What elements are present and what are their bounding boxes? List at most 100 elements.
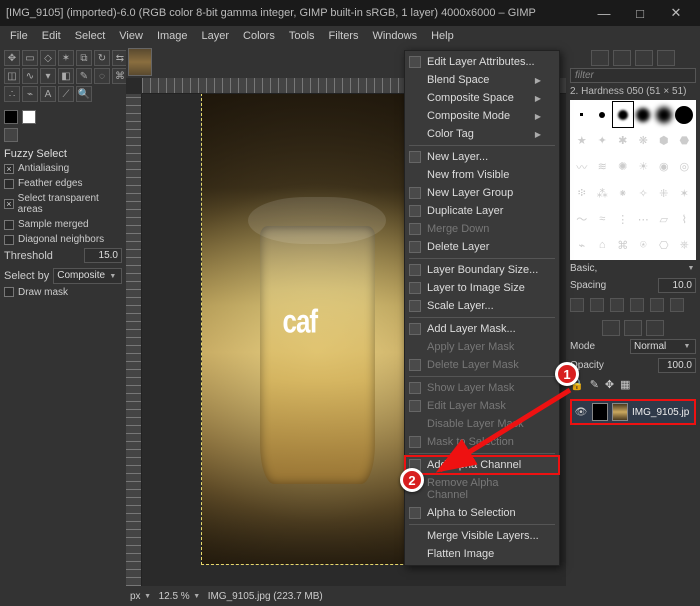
ctx-composite-mode[interactable]: Composite Mode▶ <box>405 107 559 125</box>
lock-pixels-icon[interactable]: ✎ <box>590 378 599 391</box>
zoom-level[interactable]: 12.5 % <box>159 591 190 602</box>
ctx-composite-space[interactable]: Composite Space▶ <box>405 89 559 107</box>
tool-rotate-icon[interactable]: ↻ <box>94 50 110 66</box>
main-menubar: File Edit Select View Image Layer Colors… <box>0 26 700 46</box>
ctx-flatten-image[interactable]: Flatten Image <box>405 545 559 563</box>
unit-label[interactable]: px <box>130 591 141 602</box>
toolbox: ✥ ▭ ◇ ✶ ⧉ ↻ ⇆ ◫ ∿ ▾ ◧ ✎ ◌ ⌘ ∴ ⌁ A ⟋ 🔍 <box>4 50 122 102</box>
threshold-value[interactable]: 15.0 <box>84 248 122 263</box>
layer-dock-tabs <box>570 320 696 336</box>
ctx-duplicate-layer[interactable]: Duplicate Layer <box>405 202 559 220</box>
dock-tab-brushes-icon[interactable] <box>591 50 609 66</box>
bg-color-swatch[interactable] <box>22 110 36 124</box>
tool-pencil-icon[interactable]: ✎ <box>76 68 92 84</box>
brush-dup-icon[interactable] <box>610 298 624 312</box>
menu-tools[interactable]: Tools <box>283 28 321 44</box>
selectby-value[interactable]: Composite ▼ <box>53 268 122 284</box>
dock-tab-history-icon[interactable] <box>657 50 675 66</box>
brush-open-icon[interactable] <box>670 298 684 312</box>
opt-antialias[interactable]: Antialiasing <box>4 162 122 175</box>
image-tab[interactable] <box>128 48 152 76</box>
fg-color-swatch[interactable] <box>4 110 18 124</box>
ctx-new-from-visible[interactable]: New from Visible <box>405 166 559 184</box>
ctx-scale-layer[interactable]: Scale Layer... <box>405 297 559 315</box>
paths-tab-icon[interactable] <box>646 320 664 336</box>
opt-diagonal[interactable]: Diagonal neighbors <box>4 233 122 246</box>
ctx-add-layer-mask[interactable]: Add Layer Mask... <box>405 320 559 338</box>
lock-position-icon[interactable]: ✥ <box>605 378 614 391</box>
tool-move-icon[interactable]: ✥ <box>4 50 20 66</box>
layer-mask-thumb[interactable] <box>592 403 608 421</box>
ctx-new-layer-group[interactable]: New Layer Group <box>405 184 559 202</box>
ctx-delete-layer[interactable]: Delete Layer <box>405 238 559 256</box>
ctx-layer-boundary[interactable]: Layer Boundary Size... <box>405 261 559 279</box>
new-layer-icon <box>409 151 421 163</box>
delete-icon <box>409 241 421 253</box>
layers-tab-icon[interactable] <box>602 320 620 336</box>
menu-colors[interactable]: Colors <box>237 28 281 44</box>
opt-draw-mask[interactable]: Draw mask <box>4 286 122 299</box>
opt-merged-label: Sample merged <box>18 219 89 230</box>
preset-row[interactable]: Basic,▼ <box>570 262 696 275</box>
ctx-blend-space[interactable]: Blend Space▶ <box>405 71 559 89</box>
ctx-edit-layer-attrs[interactable]: Edit Layer Attributes... <box>405 53 559 71</box>
tool-eraser-icon[interactable]: ◌ <box>94 68 110 84</box>
tool-measure-icon[interactable]: ⟋ <box>58 86 74 102</box>
duplicate-icon <box>409 205 421 217</box>
tool-bucket-icon[interactable]: ▾ <box>40 68 56 84</box>
menu-help[interactable]: Help <box>425 28 460 44</box>
lock-alpha-icon[interactable]: ▦ <box>620 378 630 391</box>
channels-tab-icon[interactable] <box>624 320 642 336</box>
group-icon <box>409 187 421 199</box>
brush-grid[interactable]: ★✦✱❋⬢⬣ 〰≋✺☀◉◎ ፨⁂⁕✧⁜✶ 〜≈⋮⋯⏥⌇ ⌁⌂⌘⍟⎔⎈ <box>570 100 696 260</box>
ctx-apply-layer-mask: Apply Layer Mask <box>405 338 559 356</box>
ctx-layer-image-size[interactable]: Layer to Image Size <box>405 279 559 297</box>
layer-thumb[interactable] <box>612 403 628 421</box>
ctx-alpha-to-selection[interactable]: Alpha to Selection <box>405 504 559 522</box>
menu-image[interactable]: Image <box>151 28 194 44</box>
drawmask-label: Draw mask <box>18 287 68 298</box>
menu-filters[interactable]: Filters <box>323 28 365 44</box>
dock-tab-patterns-icon[interactable] <box>613 50 631 66</box>
layer-name[interactable]: IMG_9105.jp <box>632 407 689 418</box>
tool-gradient-icon[interactable]: ◧ <box>58 68 74 84</box>
menu-view[interactable]: View <box>113 28 149 44</box>
opacity-value[interactable]: 100.0 <box>658 358 696 373</box>
menu-windows[interactable]: Windows <box>366 28 423 44</box>
tool-smudge-icon[interactable]: ∴ <box>4 86 20 102</box>
dock-tab-fonts-icon[interactable] <box>635 50 653 66</box>
window-titlebar: [IMG_9105] (imported)-6.0 (RGB color 8-b… <box>0 0 700 26</box>
minimize-button[interactable]: — <box>586 0 622 26</box>
tool-warp-icon[interactable]: ∿ <box>22 68 38 84</box>
tool-free-select-icon[interactable]: ◇ <box>40 50 56 66</box>
spacing-value[interactable]: 10.0 <box>658 278 696 293</box>
maximize-button[interactable]: □ <box>622 0 658 26</box>
color-swatches <box>4 110 122 142</box>
tool-fuzzy-select-icon[interactable]: ✶ <box>58 50 74 66</box>
brush-refresh-icon[interactable] <box>650 298 664 312</box>
menu-layer[interactable]: Layer <box>196 28 236 44</box>
ctx-color-tag[interactable]: Color Tag▶ <box>405 125 559 143</box>
menu-edit[interactable]: Edit <box>36 28 67 44</box>
tool-text-icon[interactable]: A <box>40 86 56 102</box>
brush-name-label: 2. Hardness 050 (51 × 51) <box>570 85 696 98</box>
tool-rect-select-icon[interactable]: ▭ <box>22 50 38 66</box>
mode-select[interactable]: Normal▼ <box>630 339 696 354</box>
opt-feather[interactable]: Feather edges <box>4 177 122 190</box>
opt-transparent[interactable]: Select transparent areas <box>4 192 122 216</box>
tool-zoom-icon[interactable]: 🔍 <box>76 86 92 102</box>
close-button[interactable]: ✕ <box>658 0 694 26</box>
ctx-new-layer[interactable]: New Layer... <box>405 148 559 166</box>
menu-file[interactable]: File <box>4 28 34 44</box>
menu-select[interactable]: Select <box>69 28 112 44</box>
opt-feather-label: Feather edges <box>18 178 83 189</box>
tool-crop-icon[interactable]: ⧉ <box>76 50 92 66</box>
tool-transform-icon[interactable]: ◫ <box>4 68 20 84</box>
brush-edit-icon[interactable] <box>570 298 584 312</box>
brush-del-icon[interactable] <box>630 298 644 312</box>
opt-sample-merged[interactable]: Sample merged <box>4 218 122 231</box>
brush-new-icon[interactable] <box>590 298 604 312</box>
brush-filter-input[interactable]: filter <box>570 68 696 83</box>
ctx-merge-visible[interactable]: Merge Visible Layers... <box>405 527 559 545</box>
tool-path-icon[interactable]: ⌁ <box>22 86 38 102</box>
